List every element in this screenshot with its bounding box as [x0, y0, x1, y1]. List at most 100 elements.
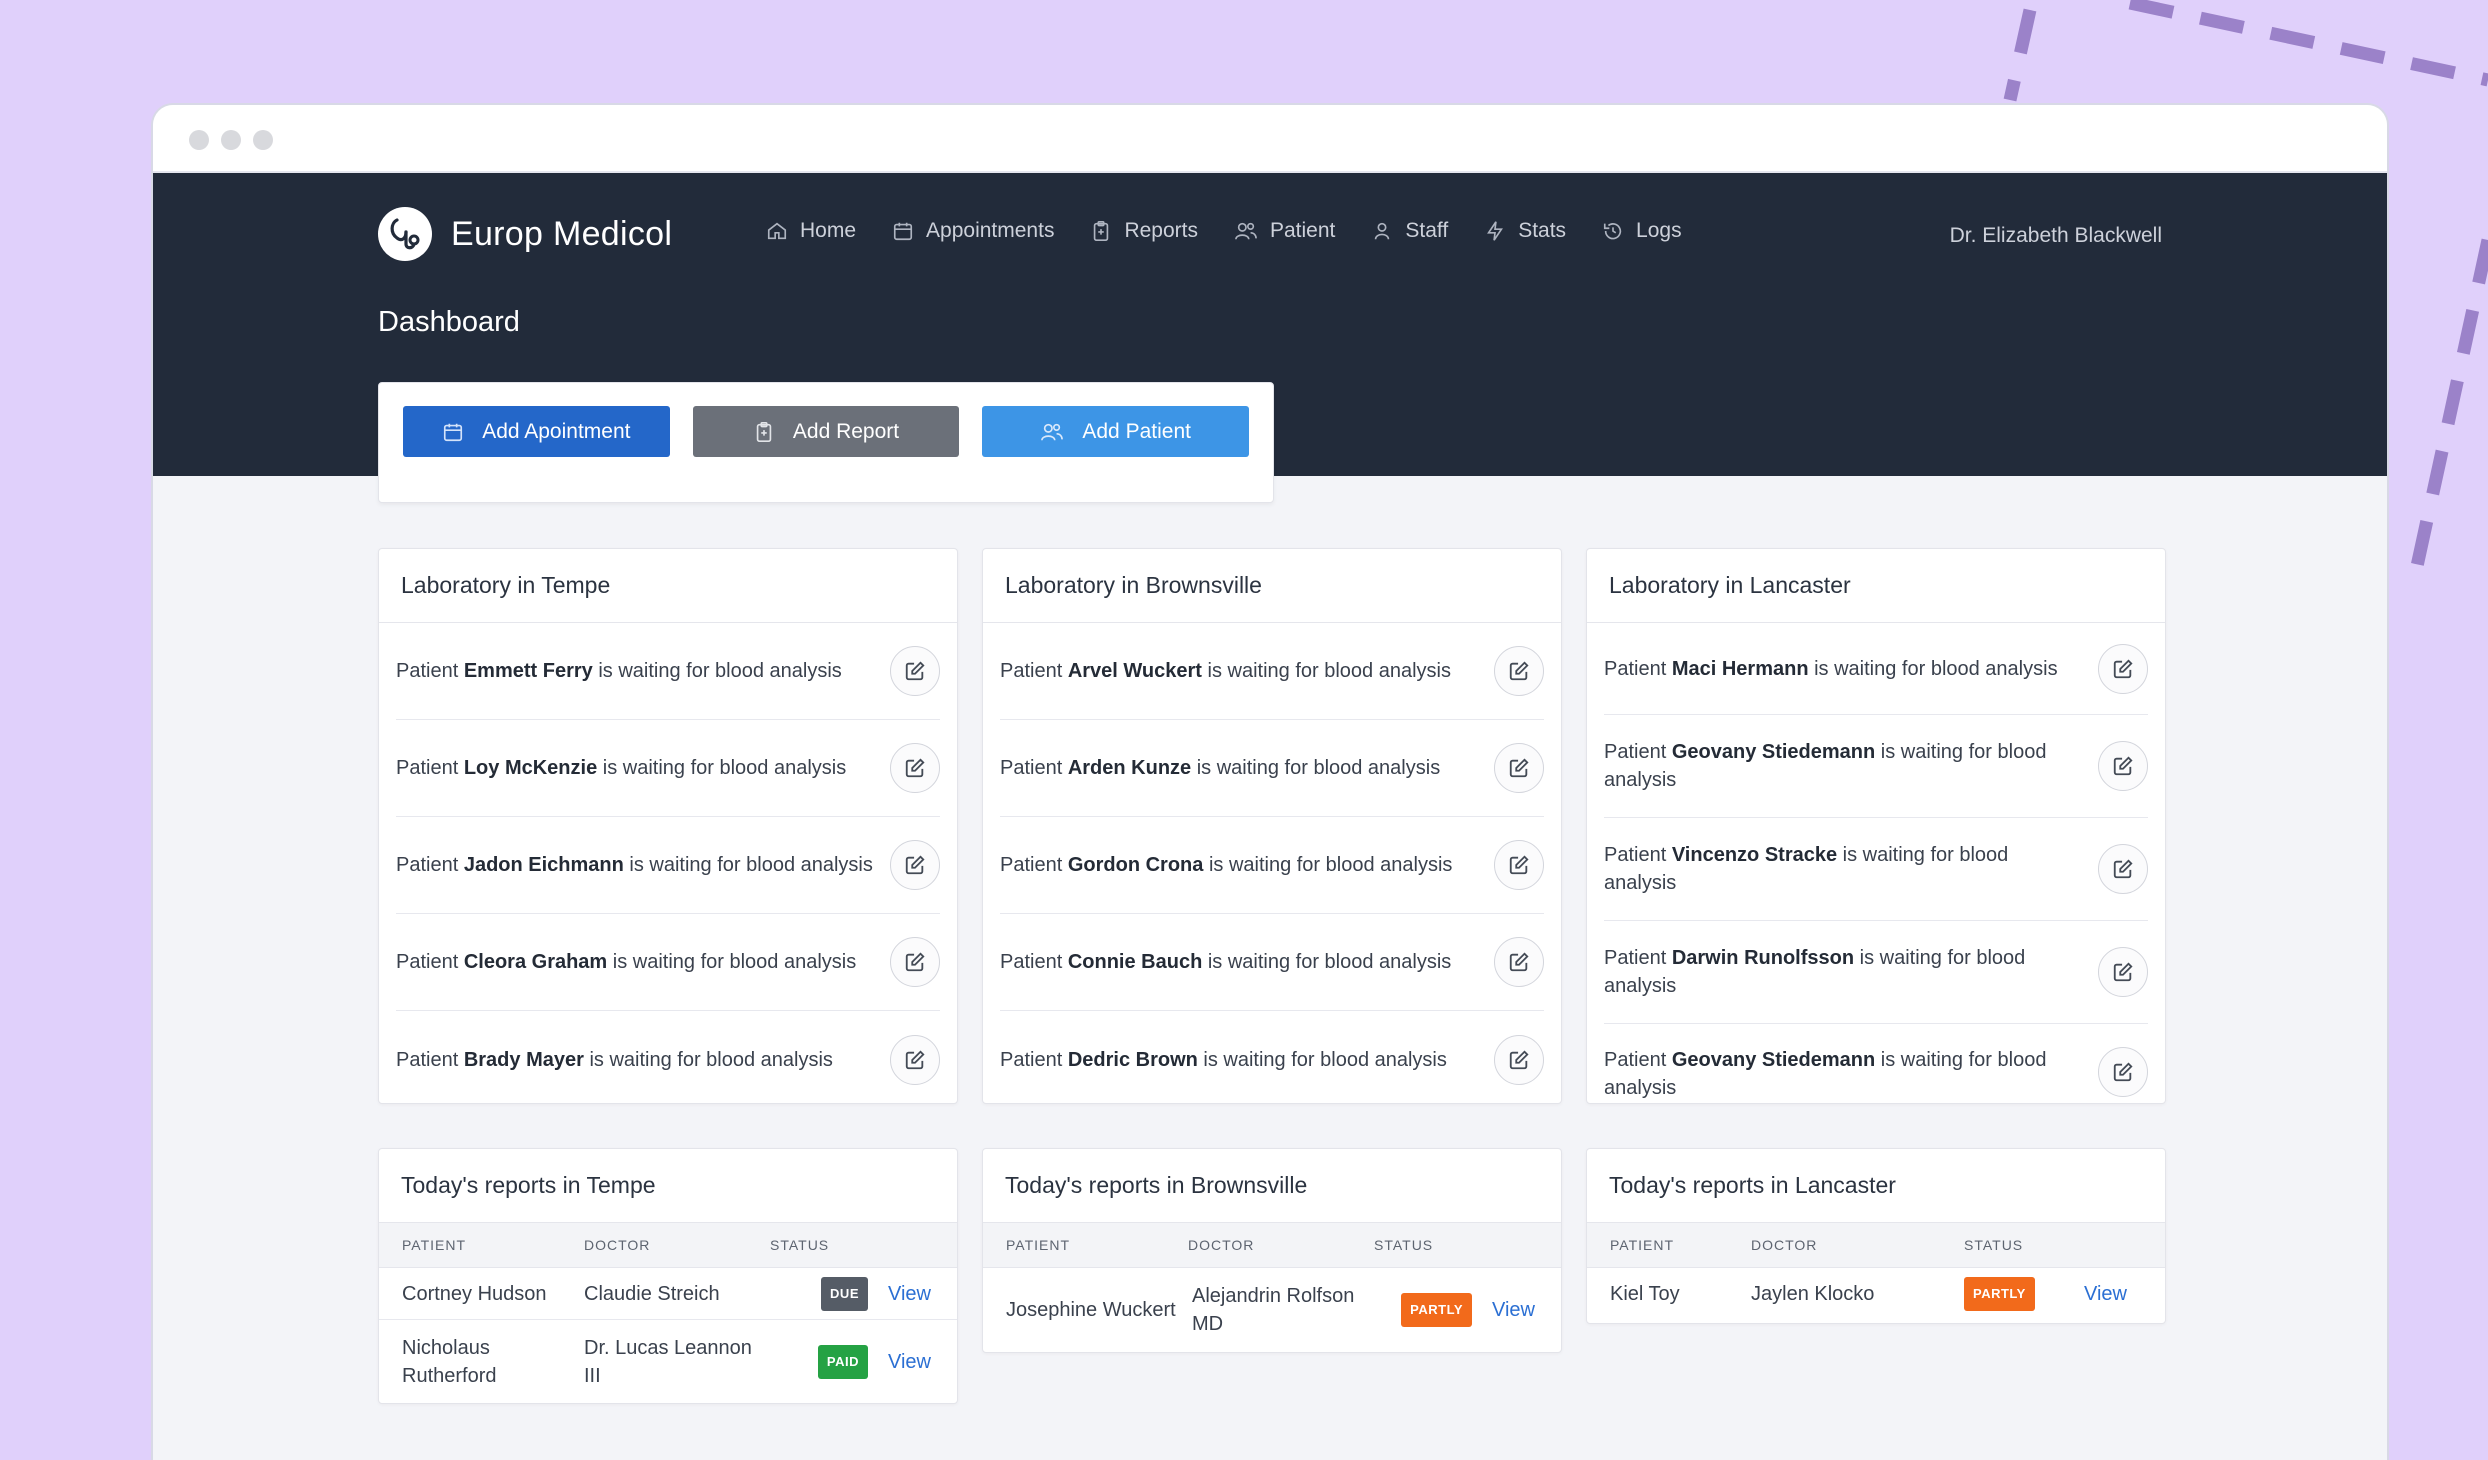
column-status: STATUS	[1374, 1237, 1434, 1253]
edit-button[interactable]	[1494, 743, 1544, 793]
calendar-icon	[444, 423, 463, 441]
view-link[interactable]: View	[1492, 1296, 1535, 1324]
edit-button[interactable]	[2098, 844, 2148, 894]
nav-appointments[interactable]: Appointments	[892, 219, 1054, 243]
nav-label-staff: Staff	[1405, 219, 1449, 242]
report-doctor: Jaylen Klocko	[1751, 1283, 1875, 1305]
nav-label-home: Home	[800, 219, 857, 242]
edit-button[interactable]	[2098, 741, 2148, 791]
column-status: STATUS	[1964, 1237, 2024, 1253]
patient-name: Cleora Graham	[463, 951, 608, 973]
nav-patient[interactable]: Patient	[1234, 219, 1335, 243]
edit-icon	[905, 952, 925, 972]
lab-item-text: Patient Loy McKenzie is waiting for bloo…	[396, 757, 847, 779]
edit-button[interactable]	[1494, 937, 1544, 987]
edit-button[interactable]	[2098, 643, 2148, 694]
lab-item: Patient Geovany Stiedemann is waiting fo…	[1604, 1024, 2148, 1103]
report-patient: Josephine Wuckert	[1006, 1299, 1176, 1321]
column-patient: PATIENT	[402, 1237, 467, 1253]
add-report-label: Add Report	[792, 419, 900, 443]
edit-icon	[1509, 855, 1529, 875]
page-title: Dashboard	[378, 306, 520, 338]
edit-button[interactable]	[890, 840, 940, 890]
edit-button[interactable]	[890, 646, 940, 696]
column-patient: PATIENT	[1006, 1237, 1071, 1253]
window-close-dot[interactable]	[189, 130, 209, 150]
column-doctor: DOCTOR	[1751, 1237, 1818, 1253]
lab-item: Patient Arden Kunze is waiting for blood…	[1000, 720, 1544, 817]
reports-card-title: Today's reports in Lancaster	[1587, 1149, 2165, 1223]
status-badge: PAID	[817, 1345, 868, 1379]
edit-button[interactable]	[1494, 646, 1544, 696]
patient-name: Geovany Stiedemann	[1671, 1049, 1876, 1071]
table-row: Cortney Hudson Claudie Streich DUE View	[379, 1268, 957, 1320]
status-badge: PARTLY	[1964, 1277, 2035, 1311]
calendar-icon	[893, 222, 913, 241]
edit-icon	[1509, 1049, 1529, 1069]
edit-icon	[1509, 758, 1529, 778]
nav-home[interactable]: Home	[766, 219, 856, 243]
app-logo[interactable]: Europ Medicol	[378, 207, 672, 261]
edit-icon	[905, 1049, 925, 1069]
users-icon	[1235, 222, 1257, 240]
edit-icon	[905, 855, 925, 875]
edit-button[interactable]	[890, 937, 940, 987]
lab-card-title: Laboratory in Tempe	[379, 549, 957, 623]
window-minimize-dot[interactable]	[221, 130, 241, 150]
add-appointment-button[interactable]: Add Apointment	[403, 406, 670, 457]
report-doctor: Claudie Streich	[584, 1282, 720, 1305]
add-patient-label: Add Patient	[1082, 419, 1191, 443]
quick-actions-panel: Add Apointment Add Report Add Patient	[378, 382, 1274, 503]
lab-item: Patient Brady Mayer is waiting for blood…	[396, 1011, 940, 1103]
table-row: Kiel Toy Jaylen Klocko PARTLY View	[1587, 1268, 2165, 1320]
patient-name: Arden Kunze	[1067, 757, 1192, 779]
edit-button[interactable]	[2098, 1047, 2148, 1097]
user-name[interactable]: Dr. Elizabeth Blackwell	[1950, 224, 2162, 248]
nav-label-stats: Stats	[1518, 219, 1567, 242]
lab-card-title: Laboratory in Lancaster	[1587, 549, 2165, 623]
nav-reports[interactable]: Reports	[1090, 219, 1198, 243]
edit-button[interactable]	[1494, 840, 1544, 890]
edit-button[interactable]	[890, 743, 940, 793]
nav-staff[interactable]: Staff	[1371, 219, 1448, 243]
table-row: Josephine Wuckert Alejandrin Rolfson MD …	[983, 1268, 1561, 1352]
nav-label-patient: Patient	[1269, 219, 1336, 242]
add-patient-button[interactable]: Add Patient	[982, 406, 1250, 457]
lab-card-brownsville: Laboratory in Brownsville Patient Arvel …	[982, 548, 1562, 1104]
table-row: Nicholaus Rutherford Dr. Lucas Leannon I…	[379, 1320, 957, 1403]
edit-icon	[2113, 1062, 2133, 1082]
lab-item: Patient Jadon Eichmann is waiting for bl…	[396, 817, 940, 914]
view-link[interactable]: View	[2084, 1280, 2127, 1308]
patient-name: Jadon Eichmann	[463, 854, 624, 876]
report-doctor: Dr. Lucas Leannon III	[584, 1337, 752, 1387]
window-maximize-dot[interactable]	[253, 130, 273, 150]
lab-item: Patient Darwin Runolfsson is waiting for…	[1604, 921, 2148, 1024]
edit-button[interactable]	[2098, 947, 2148, 997]
nav-label-reports: Reports	[1124, 219, 1198, 242]
nav-stats[interactable]: Stats	[1484, 219, 1566, 243]
patient-name: Gordon Crona	[1067, 854, 1204, 876]
add-report-button[interactable]: Add Report	[692, 406, 960, 457]
report-patient: Kiel Toy	[1610, 1283, 1680, 1305]
patient-name: Arvel Wuckert	[1067, 660, 1202, 682]
nav-logs[interactable]: Logs	[1602, 219, 1682, 243]
edit-button[interactable]	[1494, 1034, 1544, 1085]
patient-name: Emmett Ferry	[463, 660, 593, 682]
lab-item-text: Patient Cleora Graham is waiting for blo…	[396, 951, 857, 973]
column-doctor: DOCTOR	[584, 1237, 651, 1253]
clipboard-icon	[756, 421, 772, 442]
lab-item-text: Patient Geovany Stiedemann is waiting fo…	[1604, 741, 2047, 791]
patient-name: Dedric Brown	[1067, 1048, 1198, 1071]
lab-item-text: Patient Vincenzo Stracke is waiting for …	[1604, 844, 2009, 894]
patient-name: Maci Hermann	[1671, 657, 1809, 680]
edit-icon	[2113, 962, 2133, 982]
lab-item: Patient Cleora Graham is waiting for blo…	[396, 914, 940, 1011]
browser-window: Europ Medicol Home Appointments Reports …	[151, 103, 2389, 1460]
edit-button[interactable]	[890, 1034, 940, 1085]
column-status: STATUS	[770, 1237, 830, 1253]
patient-name: Geovany Stiedemann	[1671, 741, 1876, 763]
edit-icon	[905, 758, 925, 778]
main-nav: Home Appointments Reports Patient Staff …	[766, 219, 1718, 243]
view-link[interactable]: View	[888, 1280, 931, 1308]
view-link[interactable]: View	[888, 1348, 931, 1376]
